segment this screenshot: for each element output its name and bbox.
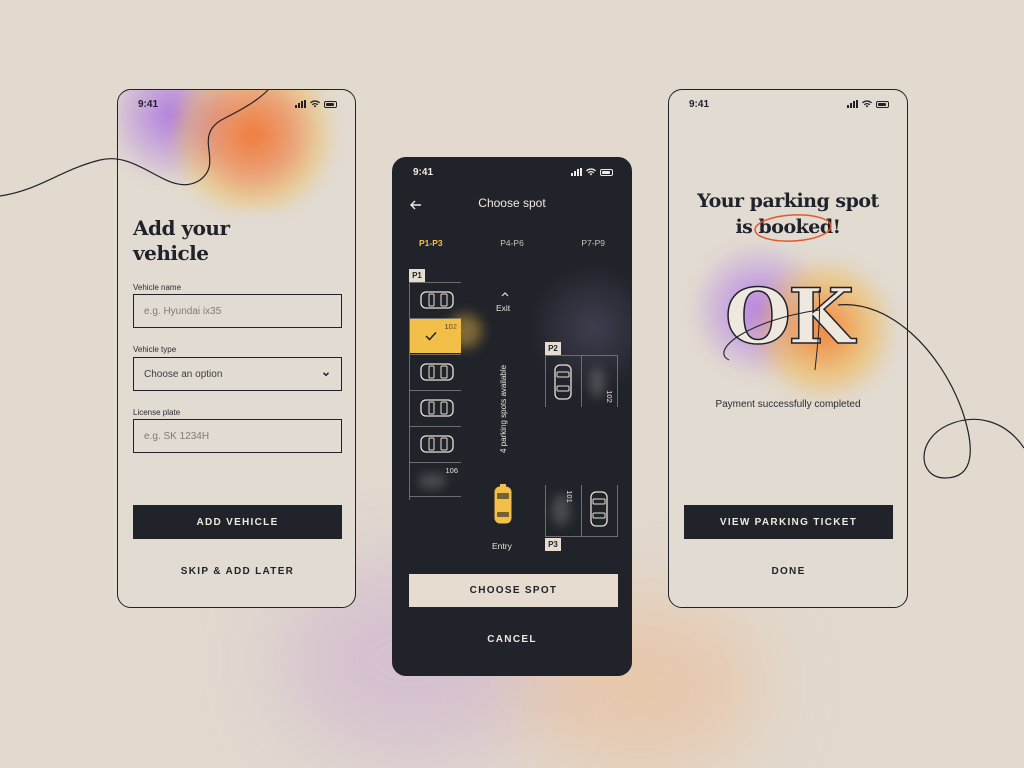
tab-p1-p3[interactable]: P1-P3: [405, 236, 457, 250]
vehicle-name-label: Vehicle name: [133, 283, 182, 292]
car-icon: [420, 363, 454, 381]
wifi-icon: [862, 100, 872, 108]
signal-icon: [571, 168, 582, 176]
empty-spot-shadow: [418, 473, 446, 489]
lane-line: [545, 485, 546, 537]
lane-line: [617, 485, 618, 537]
status-bar: 9:41: [118, 90, 355, 118]
car-icon: [420, 291, 454, 309]
page-title: Your parking spot is booked!: [669, 188, 907, 242]
cancel-button[interactable]: CANCEL: [393, 634, 631, 645]
license-plate-label: License plate: [133, 408, 181, 417]
payment-status-text: Payment successfully completed: [715, 399, 861, 410]
parking-spot[interactable]: 106: [410, 462, 461, 497]
status-time: 9:41: [138, 98, 159, 110]
lane-line: [617, 355, 618, 407]
zone-label-p1: P1: [409, 269, 425, 282]
vehicle-name-input[interactable]: e.g. Hyundai ix35: [133, 294, 342, 328]
spot-number: 106: [445, 466, 458, 475]
parking-spot[interactable]: [410, 390, 461, 425]
entry-label: Entry: [492, 541, 512, 551]
skip-add-later-button[interactable]: SKIP & ADD LATER: [133, 566, 342, 577]
exit-label: Exit: [496, 303, 511, 313]
parking-spot[interactable]: [410, 426, 461, 461]
status-bar: 9:41: [669, 90, 907, 118]
choose-spot-screen: 9:41 Choose spot P1-P3 P4-P6 P7-P9 P1 10…: [392, 157, 632, 676]
spots-available-text: 4 parking spots available: [499, 364, 508, 453]
view-parking-ticket-button[interactable]: VIEW PARKING TICKET: [684, 505, 893, 539]
page-title: Add your vehicle: [133, 216, 230, 265]
add-vehicle-button[interactable]: ADD VEHICLE: [133, 505, 342, 539]
parking-lot-map: P1 102 106 Exit 4 parking spots availabl…: [393, 258, 631, 558]
zone-tabs: P1-P3 P4-P6 P7-P9: [405, 236, 619, 250]
parking-spot[interactable]: [410, 354, 461, 389]
car-icon[interactable]: [589, 491, 609, 527]
battery-icon: [876, 100, 889, 108]
status-time: 9:41: [413, 166, 434, 178]
page-title: Choose spot: [478, 196, 546, 210]
choose-spot-button[interactable]: CHOOSE SPOT: [409, 574, 618, 607]
add-vehicle-screen: 9:41 Add your vehicle Vehicle name e.g. …: [117, 89, 356, 608]
spot-number[interactable]: 101: [565, 490, 574, 503]
booking-confirmed-screen: 9:41 Your parking spot is booked! OK Pay…: [668, 89, 908, 608]
tab-p7-p9[interactable]: P7-P9: [567, 236, 619, 250]
wifi-icon: [586, 168, 596, 176]
title-line-2: is booked!: [669, 214, 907, 242]
license-plate-placeholder: e.g. SK 1234H: [144, 430, 210, 442]
empty-spot-shadow: [589, 368, 605, 398]
chevron-up-icon: [501, 292, 509, 297]
zone-label-p3: P3: [545, 538, 561, 551]
car-icon[interactable]: [553, 364, 573, 400]
lane-line: [581, 485, 582, 537]
taxi-car-icon: [493, 484, 513, 525]
orbit-ring: [723, 289, 821, 371]
vehicle-name-placeholder: e.g. Hyundai ix35: [144, 305, 222, 317]
wifi-icon: [310, 100, 320, 108]
selection-glow: [448, 314, 482, 348]
battery-icon: [324, 100, 337, 108]
check-icon: [425, 331, 437, 341]
lane-line: [581, 355, 582, 407]
parking-spot[interactable]: [410, 282, 461, 317]
done-button[interactable]: DONE: [684, 566, 893, 577]
status-time: 9:41: [689, 98, 710, 110]
vehicle-type-select[interactable]: Choose an option: [133, 357, 342, 391]
vehicle-type-value: Choose an option: [144, 368, 223, 380]
highlighted-word: booked: [753, 214, 833, 242]
signal-icon: [295, 100, 306, 108]
license-plate-input[interactable]: e.g. SK 1234H: [133, 419, 342, 453]
tab-p4-p6[interactable]: P4-P6: [486, 236, 538, 250]
car-icon: [420, 435, 454, 453]
spot-number[interactable]: 102: [605, 390, 614, 403]
chevron-down-icon: [322, 372, 330, 377]
battery-icon: [600, 168, 613, 176]
highlight-circle: [753, 214, 832, 242]
signal-icon: [847, 100, 858, 108]
car-icon: [420, 399, 454, 417]
lane-line: [545, 355, 546, 407]
zone-label-p2: P2: [545, 342, 561, 355]
status-bar: 9:41: [393, 158, 631, 186]
vehicle-type-label: Vehicle type: [133, 345, 177, 354]
